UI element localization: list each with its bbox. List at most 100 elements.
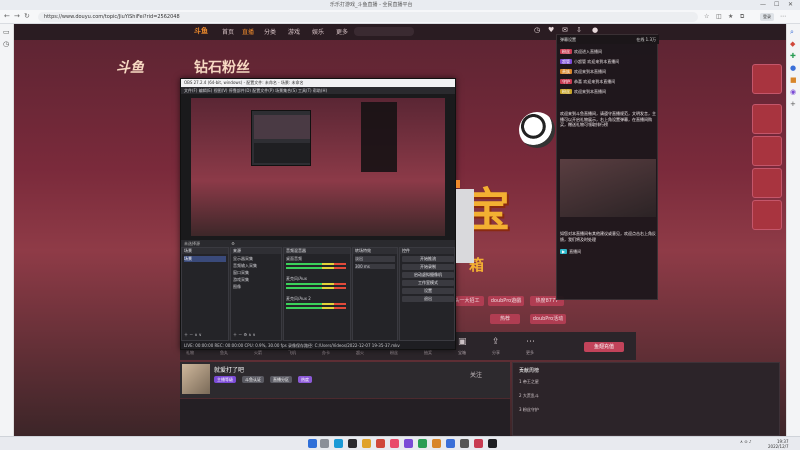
follow-button[interactable]: 关注: [470, 370, 482, 379]
add-icon[interactable]: ＋ － ⚙ ∧ ∨: [233, 332, 256, 338]
transition-select[interactable]: 淡出: [355, 256, 395, 262]
avatar[interactable]: ●: [592, 26, 598, 34]
close-icon[interactable]: ✕: [788, 1, 793, 8]
nav-link[interactable]: 娱乐: [312, 27, 324, 36]
promo-pill[interactable]: doubPro活动: [530, 314, 566, 324]
settings-button[interactable]: 设置: [402, 288, 454, 294]
nav-link[interactable]: 首页: [222, 27, 234, 36]
nav-link[interactable]: 更多: [336, 27, 348, 36]
maximize-icon[interactable]: ☐: [774, 1, 779, 8]
follow-icon[interactable]: ♥: [548, 26, 554, 34]
menu-help[interactable]: 帮助(H): [313, 88, 327, 93]
clock[interactable]: 19:37 2022/12/7: [768, 439, 789, 449]
menu-icon[interactable]: ⋯: [780, 13, 786, 20]
start-icon[interactable]: [308, 439, 317, 448]
obs-preview[interactable]: [181, 94, 455, 240]
source-item[interactable]: 音频输入采集: [233, 263, 257, 269]
menu-file[interactable]: 文件(F): [184, 88, 197, 93]
app-icon[interactable]: [446, 439, 455, 448]
promo-card[interactable]: [752, 168, 782, 198]
shopping-icon[interactable]: ◆: [790, 40, 795, 48]
anchor-tag[interactable]: 主播等级: [214, 376, 236, 383]
url-input[interactable]: https://www.douyu.com/topic/JiuYiShiFei?…: [38, 12, 698, 22]
ranking-row[interactable]: 1 帝王之星: [519, 379, 539, 385]
source-item[interactable]: 显示器采集: [233, 256, 253, 262]
start-recording-button[interactable]: 开始录制: [402, 264, 454, 270]
menu-scene-collection[interactable]: 场景集合(S): [275, 88, 297, 93]
promo-card[interactable]: [752, 64, 782, 94]
promo-pill[interactable]: 热荐: [490, 314, 520, 324]
share-icon[interactable]: ⇪: [492, 337, 500, 347]
more-icon[interactable]: ⋯: [526, 337, 535, 347]
chat-settings-label[interactable]: 弹幕设置: [560, 37, 576, 42]
outlook-icon[interactable]: ◉: [790, 88, 796, 96]
office-icon[interactable]: ■: [790, 76, 797, 84]
tabs-icon[interactable]: ▭: [3, 28, 10, 36]
search-icon[interactable]: [320, 439, 329, 448]
obs-icon[interactable]: [348, 439, 357, 448]
studio-mode-button[interactable]: 工作室模式: [402, 280, 454, 286]
menu-tools[interactable]: 工具(T): [298, 88, 312, 93]
menu-view[interactable]: 视图(V): [214, 88, 228, 93]
app-icon[interactable]: [404, 439, 413, 448]
scene-item[interactable]: 场景: [184, 256, 226, 262]
anchor-tag[interactable]: 直播分区: [270, 376, 292, 383]
promo-card[interactable]: [752, 136, 782, 166]
history-icon[interactable]: ◷: [3, 40, 9, 48]
promo-card[interactable]: [752, 200, 782, 230]
split-icon[interactable]: ◫: [716, 13, 722, 20]
anchor-avatar[interactable]: [182, 364, 210, 394]
message-icon[interactable]: ✉: [562, 26, 568, 34]
ranking-row[interactable]: 3 粉丝守护: [519, 407, 539, 413]
recharge-button[interactable]: 鱼翅充值: [584, 342, 624, 352]
refresh-icon[interactable]: ↻: [24, 12, 30, 20]
menu-profile[interactable]: 配置文件(P): [252, 88, 274, 93]
nav-link[interactable]: 分类: [264, 27, 276, 36]
nav-link[interactable]: 游戏: [288, 27, 300, 36]
search-icon[interactable]: ⌕: [790, 28, 794, 37]
minimize-icon[interactable]: —: [760, 1, 766, 8]
virtual-camera-button[interactable]: 启动虚拟摄像机: [402, 272, 454, 278]
download-icon[interactable]: ⇩: [576, 26, 582, 34]
anchor-tag[interactable]: 斗鱼认证: [242, 376, 264, 383]
obs-titlebar[interactable]: OBS 27.2.4 (64-bit, windows) - 配置文件: 未命名…: [181, 79, 455, 87]
gear-icon[interactable]: ⚙: [231, 241, 235, 246]
promo-card[interactable]: [752, 104, 782, 134]
tray-icon[interactable]: ∧ ⊙ ♪: [740, 439, 751, 444]
history-icon[interactable]: ◷: [534, 26, 540, 34]
app-icon[interactable]: [460, 439, 469, 448]
app-icon[interactable]: [432, 439, 441, 448]
chest-icon[interactable]: ▣: [458, 337, 467, 347]
games-icon[interactable]: ●: [790, 64, 796, 72]
duration-input[interactable]: 300 ms: [355, 264, 395, 269]
app-icon[interactable]: [418, 439, 427, 448]
source-item[interactable]: 图像: [233, 284, 241, 290]
app-icon[interactable]: [390, 439, 399, 448]
promo-pill[interactable]: doubPro遊戲: [488, 296, 524, 306]
tools-icon[interactable]: ✚: [790, 52, 796, 60]
star-icon[interactable]: ☆: [704, 13, 709, 20]
back-icon[interactable]: ←: [4, 12, 10, 20]
favorites-icon[interactable]: ★: [728, 13, 733, 20]
profile-button[interactable]: 登录: [760, 13, 774, 21]
site-logo[interactable]: 斗鱼: [194, 26, 208, 36]
menu-docks[interactable]: 停靠部件(D): [229, 88, 251, 93]
app-icon[interactable]: [376, 439, 385, 448]
edge-icon[interactable]: [334, 439, 343, 448]
menu-edit[interactable]: 编辑(E): [199, 88, 213, 93]
app-icon[interactable]: [488, 439, 497, 448]
start-streaming-button[interactable]: 开始推流: [402, 256, 454, 262]
site-search-input[interactable]: [354, 27, 414, 36]
forward-icon[interactable]: →: [14, 12, 20, 20]
app-icon[interactable]: [474, 439, 483, 448]
ranking-row[interactable]: 2 大荒乱斗: [519, 393, 539, 399]
explorer-icon[interactable]: [362, 439, 371, 448]
collections-icon[interactable]: ⧉: [740, 13, 744, 21]
tab-title[interactable]: 乐乐打游戏_斗鱼直播 - 全民直播平台: [330, 1, 413, 8]
source-item[interactable]: 窗口采集: [233, 270, 249, 276]
add-icon[interactable]: ＋ － ∧ ∨: [184, 332, 202, 338]
source-item[interactable]: 游戏采集: [233, 277, 249, 283]
nav-link[interactable]: 直播: [242, 27, 254, 36]
obs-window[interactable]: OBS 27.2.4 (64-bit, windows) - 配置文件: 未命名…: [180, 78, 456, 350]
exit-button[interactable]: 退出: [402, 296, 454, 302]
